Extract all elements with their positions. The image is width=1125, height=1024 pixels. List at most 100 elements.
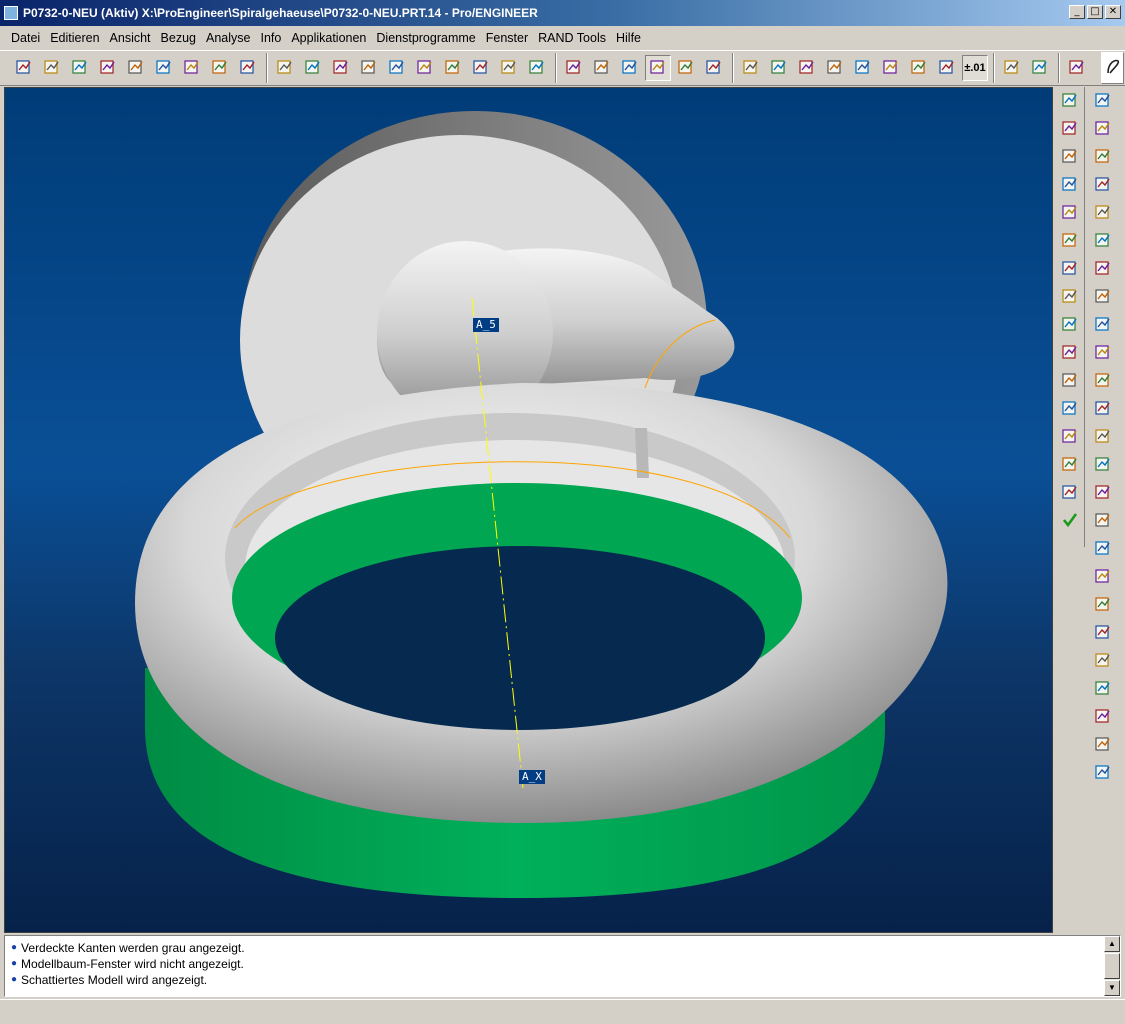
layer-stack-button[interactable]: [468, 55, 494, 81]
context-help-button[interactable]: [1064, 55, 1090, 81]
plane-sketch-button[interactable]: [1057, 340, 1083, 366]
menu-dienstprogramme[interactable]: Dienstprogramme: [371, 31, 480, 45]
datum-refs-button[interactable]: [1057, 200, 1083, 226]
message-scrollbar[interactable]: ▲ ▼: [1104, 936, 1120, 996]
shading-button[interactable]: [645, 55, 671, 81]
close-button[interactable]: ✕: [1105, 5, 1121, 19]
flange-button[interactable]: [1090, 564, 1116, 590]
revolve-button[interactable]: [1090, 732, 1116, 758]
shell-button[interactable]: [1090, 480, 1116, 506]
maximize-button[interactable]: □: [1087, 5, 1103, 19]
no-hidden-button[interactable]: [617, 55, 643, 81]
insert-feature-button[interactable]: [1090, 88, 1116, 114]
menu-rand-tools[interactable]: RAND Tools: [533, 31, 611, 45]
sketch-pen-button[interactable]: [1101, 52, 1124, 84]
graphics-viewport[interactable]: A_5 A_X: [4, 87, 1053, 933]
model-scene[interactable]: [5, 88, 1053, 933]
new-document-button[interactable]: [95, 55, 121, 81]
new-feature-button[interactable]: [1090, 144, 1116, 170]
hide-button[interactable]: [1057, 116, 1083, 142]
cosmetic-thread-button[interactable]: [1090, 340, 1116, 366]
window-activate-button[interactable]: [999, 55, 1025, 81]
hidden-line-button[interactable]: [589, 55, 615, 81]
menu-editieren[interactable]: Editieren: [45, 31, 104, 45]
cut-feature-button[interactable]: [1090, 536, 1116, 562]
rib-button[interactable]: [1090, 368, 1116, 394]
spline-button[interactable]: [1057, 396, 1083, 422]
pattern-feature-button[interactable]: [1090, 228, 1116, 254]
datum-points-button[interactable]: [794, 55, 820, 81]
menu-datei[interactable]: Datei: [6, 31, 45, 45]
datum-planes-button[interactable]: [738, 55, 764, 81]
menu-ansicht[interactable]: Ansicht: [105, 31, 156, 45]
note-button[interactable]: [934, 55, 960, 81]
hierarchy-button[interactable]: [1057, 480, 1083, 506]
annotation-button[interactable]: [878, 55, 904, 81]
tweak-button[interactable]: [1090, 704, 1116, 730]
hatch-button[interactable]: [1057, 284, 1083, 310]
ear-button[interactable]: [1090, 620, 1116, 646]
round-button[interactable]: [1090, 396, 1116, 422]
copy-feature-button[interactable]: [1090, 116, 1116, 142]
window-close-button[interactable]: [1027, 55, 1053, 81]
title-bar[interactable]: P0732-0-NEU (Aktiv) X:\ProEngineer\Spira…: [0, 0, 1125, 26]
slot-button[interactable]: [1090, 508, 1116, 534]
edit-button[interactable]: [67, 55, 93, 81]
point-cross-button[interactable]: [1057, 424, 1083, 450]
axis-label-ax[interactable]: A_X: [519, 770, 545, 784]
datum-axis-feature-button[interactable]: [1090, 284, 1116, 310]
menu-hilfe[interactable]: Hilfe: [611, 31, 646, 45]
point-multi-button[interactable]: [1057, 452, 1083, 478]
environment-globe-button[interactable]: [701, 55, 727, 81]
wireframe-button[interactable]: [561, 55, 587, 81]
open-draft-button[interactable]: [39, 55, 65, 81]
spin-center-button[interactable]: [524, 55, 550, 81]
erase-button[interactable]: [151, 55, 177, 81]
axis-label-a5[interactable]: A_5: [473, 318, 499, 332]
datum-display-button[interactable]: [850, 55, 876, 81]
sweep-button[interactable]: [1090, 760, 1116, 786]
spacing-button[interactable]: [1057, 172, 1083, 198]
minimize-button[interactable]: _: [1069, 5, 1085, 19]
cut-button[interactable]: [1057, 228, 1083, 254]
hole-button[interactable]: [1090, 256, 1116, 282]
save-button[interactable]: [179, 55, 205, 81]
table-button[interactable]: [1057, 144, 1083, 170]
new-from-template-button[interactable]: [11, 55, 37, 81]
h-info-button[interactable]: [1057, 312, 1083, 338]
repaint-button[interactable]: [272, 55, 298, 81]
open-folder-button[interactable]: [123, 55, 149, 81]
saved-views-button[interactable]: [412, 55, 438, 81]
shaft-button[interactable]: [1090, 312, 1116, 338]
coordinate-systems-button[interactable]: [822, 55, 848, 81]
color-appearance-button[interactable]: [673, 55, 699, 81]
datum-axes-button[interactable]: [766, 55, 792, 81]
view-manager-button[interactable]: [906, 55, 932, 81]
zoom-in-button[interactable]: [300, 55, 326, 81]
menu-fenster[interactable]: Fenster: [481, 31, 533, 45]
orient-button[interactable]: [384, 55, 410, 81]
neck-button[interactable]: [1090, 592, 1116, 618]
scroll-up-icon[interactable]: ▲: [1104, 936, 1120, 952]
done-check-button[interactable]: [1057, 508, 1083, 534]
menu-analyse[interactable]: Analyse: [201, 31, 255, 45]
menu-applikationen[interactable]: Applikationen: [286, 31, 371, 45]
protrusion-button[interactable]: [1057, 256, 1083, 282]
menu-bezug[interactable]: Bezug: [156, 31, 201, 45]
save-copy-button[interactable]: [207, 55, 233, 81]
pipe-button[interactable]: [1090, 676, 1116, 702]
layers-button[interactable]: [440, 55, 466, 81]
chamfer-button[interactable]: [1090, 452, 1116, 478]
zoom-out-button[interactable]: [328, 55, 354, 81]
dimension-tolerance-button[interactable]: ±.01: [962, 55, 988, 81]
sketch-feature-button[interactable]: [1090, 200, 1116, 226]
scroll-thumb[interactable]: [1104, 953, 1120, 979]
dimension-button[interactable]: [1057, 88, 1083, 114]
constraint-button[interactable]: [1057, 368, 1083, 394]
menu-info[interactable]: Info: [255, 31, 286, 45]
model-tree-button[interactable]: [496, 55, 522, 81]
draft-button[interactable]: [1090, 424, 1116, 450]
redefine-feature-button[interactable]: [1090, 172, 1116, 198]
scroll-down-icon[interactable]: ▼: [1104, 980, 1120, 996]
print-button[interactable]: [235, 55, 261, 81]
